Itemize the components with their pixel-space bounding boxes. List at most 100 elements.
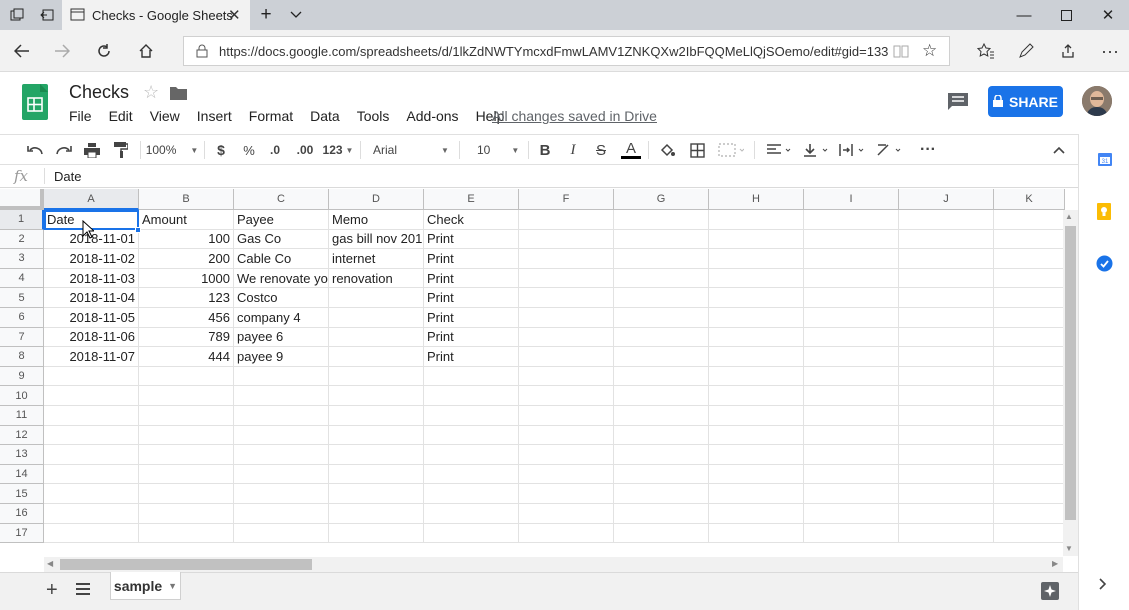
undo-icon[interactable] (24, 135, 46, 165)
cell-d15[interactable] (329, 484, 424, 504)
refresh-icon[interactable] (84, 30, 124, 72)
row-header-4[interactable]: 4 (0, 268, 44, 289)
currency-format-button[interactable]: $ (210, 135, 232, 165)
cell-i11[interactable] (804, 406, 899, 426)
row-header-15[interactable]: 15 (0, 484, 44, 504)
cell-j3[interactable] (899, 249, 994, 269)
cell-c7[interactable]: payee 6 (234, 327, 329, 348)
save-status[interactable]: All changes saved in Drive (492, 108, 657, 124)
address-bar[interactable]: https://docs.google.com/spreadsheets/d/1… (183, 36, 950, 66)
row-header-11[interactable]: 11 (0, 406, 44, 426)
cell-g2[interactable] (614, 229, 709, 250)
cell-e10[interactable] (424, 386, 519, 406)
cell-b2[interactable]: 100 (139, 229, 234, 250)
zoom-select[interactable]: 100% ▼ (146, 135, 199, 165)
cell-f11[interactable] (519, 406, 614, 426)
reading-view-icon[interactable] (893, 43, 909, 62)
cell-i12[interactable] (804, 425, 899, 446)
row-header-12[interactable]: 12 (0, 425, 44, 446)
cell-j16[interactable] (899, 504, 994, 524)
cell-k3[interactable] (994, 249, 1065, 269)
cell-a11[interactable] (44, 406, 139, 426)
column-header-h[interactable]: H (709, 189, 804, 210)
cell-h5[interactable] (709, 288, 804, 308)
italic-button[interactable]: I (562, 135, 584, 165)
close-tab-icon[interactable]: ✕ (228, 6, 241, 24)
cell-b8[interactable]: 444 (139, 347, 234, 367)
cell-k17[interactable] (994, 523, 1065, 544)
cell-d17[interactable] (329, 523, 424, 544)
cell-f17[interactable] (519, 523, 614, 544)
cell-h9[interactable] (709, 366, 804, 387)
cell-j2[interactable] (899, 229, 994, 250)
cell-f8[interactable] (519, 347, 614, 367)
cell-i7[interactable] (804, 327, 899, 348)
cell-j1[interactable] (899, 210, 994, 230)
cell-a4[interactable]: 2018-11-03 (44, 268, 139, 289)
merge-cells-icon[interactable] (714, 135, 748, 165)
cell-k1[interactable] (994, 210, 1065, 230)
cell-k10[interactable] (994, 386, 1065, 406)
text-color-button[interactable]: A (619, 135, 643, 165)
cell-d8[interactable] (329, 347, 424, 367)
cell-b5[interactable]: 123 (139, 288, 234, 308)
cell-j8[interactable] (899, 347, 994, 367)
cell-d14[interactable] (329, 464, 424, 485)
cell-b6[interactable]: 456 (139, 308, 234, 328)
decrease-decimal-button[interactable]: .0 (264, 135, 286, 165)
column-header-e[interactable]: E (424, 189, 519, 210)
menu-data[interactable]: Data (310, 108, 340, 126)
font-family-select[interactable]: Arial ▼ (366, 135, 452, 165)
cell-k5[interactable] (994, 288, 1065, 308)
cell-i2[interactable] (804, 229, 899, 250)
cell-c17[interactable] (234, 523, 329, 544)
cell-f13[interactable] (519, 445, 614, 465)
cell-e6[interactable]: Print (424, 308, 519, 328)
font-size-select[interactable]: 10 ▼ (466, 135, 524, 165)
cell-a9[interactable] (44, 366, 139, 387)
row-header-17[interactable]: 17 (0, 523, 44, 544)
cell-k9[interactable] (994, 366, 1065, 387)
borders-icon[interactable] (685, 135, 709, 165)
cell-c5[interactable]: Costco (234, 288, 329, 308)
cell-a8[interactable]: 2018-11-07 (44, 347, 139, 367)
scroll-down-icon[interactable]: ▼ (1065, 544, 1073, 553)
cell-a10[interactable] (44, 386, 139, 406)
cell-g17[interactable] (614, 523, 709, 544)
cell-f14[interactable] (519, 464, 614, 485)
cell-g7[interactable] (614, 327, 709, 348)
cell-a12[interactable] (44, 425, 139, 446)
star-doc-icon[interactable]: ☆ (143, 82, 159, 103)
vertical-align-icon[interactable] (799, 135, 833, 165)
calendar-icon[interactable]: 31 (1097, 151, 1113, 170)
row-header-2[interactable]: 2 (0, 229, 44, 250)
cell-k7[interactable] (994, 327, 1065, 348)
cell-a15[interactable] (44, 484, 139, 504)
cell-b3[interactable]: 200 (139, 249, 234, 269)
cell-g12[interactable] (614, 425, 709, 446)
cell-g6[interactable] (614, 308, 709, 328)
cell-d12[interactable] (329, 425, 424, 446)
cell-k15[interactable] (994, 484, 1065, 504)
cell-d13[interactable] (329, 445, 424, 465)
cell-f5[interactable] (519, 288, 614, 308)
cell-a6[interactable]: 2018-11-05 (44, 308, 139, 328)
horizontal-scroll-thumb[interactable] (60, 559, 312, 570)
cell-a17[interactable] (44, 523, 139, 544)
add-sheet-icon[interactable]: + (46, 579, 58, 602)
column-header-a[interactable]: A (44, 189, 139, 210)
cell-g3[interactable] (614, 249, 709, 269)
column-header-k[interactable]: K (994, 189, 1065, 210)
home-icon[interactable] (126, 30, 166, 72)
cell-b17[interactable] (139, 523, 234, 544)
move-folder-icon[interactable] (170, 86, 187, 103)
browser-more-icon[interactable]: ··· (1090, 30, 1129, 72)
cell-b9[interactable] (139, 366, 234, 387)
cell-k4[interactable] (994, 268, 1065, 289)
menu-addons[interactable]: Add-ons (406, 108, 458, 126)
more-formats-select[interactable]: 123 ▼ (321, 135, 355, 165)
cell-c6[interactable]: company 4 (234, 308, 329, 328)
cell-g11[interactable] (614, 406, 709, 426)
text-wrap-icon[interactable] (835, 135, 869, 165)
fill-color-icon[interactable] (655, 135, 679, 165)
